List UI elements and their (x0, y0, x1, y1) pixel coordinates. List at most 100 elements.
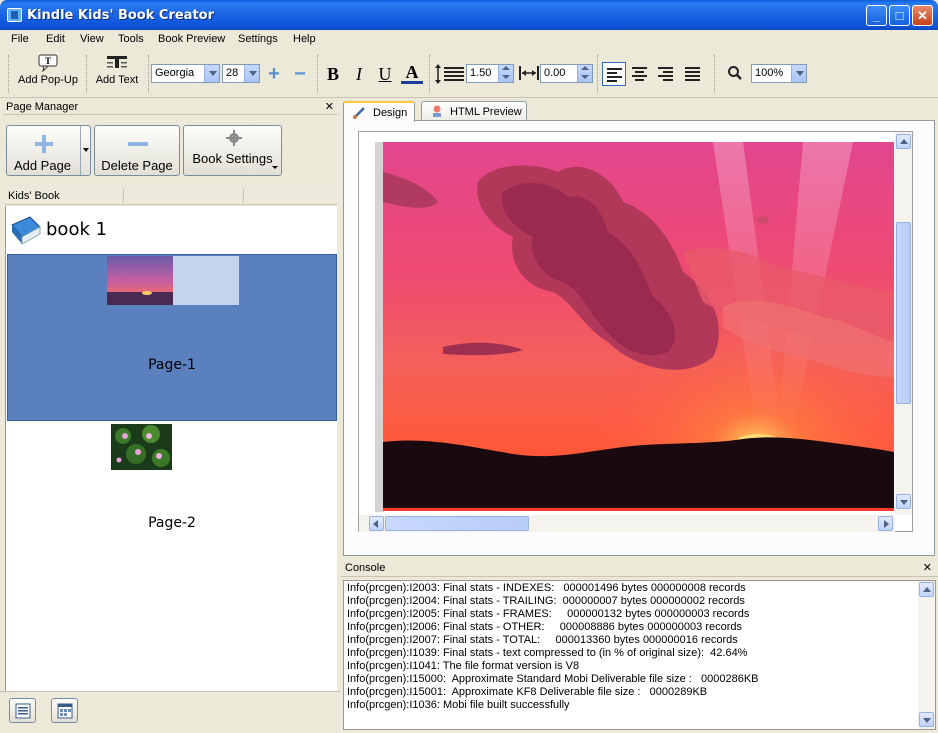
add-popup-button[interactable]: T Add Pop-Up (17, 54, 79, 86)
vertical-scrollbar[interactable] (895, 132, 912, 515)
delete-page-button[interactable]: Delete Page (94, 125, 180, 176)
page-canvas-sunset-image[interactable] (383, 142, 894, 511)
tab-design[interactable]: Design (343, 101, 415, 122)
scroll-up-icon[interactable] (896, 134, 911, 149)
align-right-button[interactable] (654, 62, 678, 86)
menu-view[interactable]: View (80, 33, 104, 45)
console-line: Info(prcgen):I1036: Mobi file built succ… (347, 699, 570, 711)
book-settings-button[interactable]: Book Settings (183, 125, 282, 176)
kindle-app-icon (7, 8, 22, 22)
align-center-button[interactable] (628, 62, 652, 86)
add-text-button[interactable]: Add Text (92, 54, 142, 86)
character-spacing-value: 0.00 (544, 67, 566, 79)
toolbar-separator (86, 55, 87, 93)
horizontal-scroll-thumb[interactable] (385, 516, 529, 531)
page-item-1[interactable]: Page-1 (7, 254, 337, 421)
scroll-down-icon[interactable] (896, 494, 911, 509)
increase-font-size-icon[interactable]: + (263, 63, 285, 85)
vertical-scroll-thumb[interactable] (896, 222, 911, 404)
menu-book-preview[interactable]: Book Preview (158, 33, 225, 45)
console-line: Info(prcgen):I2003: Final stats - INDEXE… (347, 582, 746, 594)
menu-help[interactable]: Help (293, 33, 316, 45)
list-view-button[interactable] (9, 698, 36, 723)
popup-icon: T (38, 54, 58, 72)
console-line: Info(prcgen):I15000: Approximate Standar… (347, 673, 759, 685)
console-line: Info(prcgen):I2004: Final stats - TRAILI… (347, 595, 745, 607)
minus-icon (128, 142, 148, 146)
underline-button[interactable]: U (374, 63, 396, 85)
page-item-2[interactable]: Page-2 (7, 423, 337, 573)
menu-file[interactable]: File (11, 33, 29, 45)
console-scrollbar[interactable] (918, 581, 935, 729)
window-title: Kindle Kids' Book Creator (27, 8, 215, 23)
design-tab-content (343, 120, 935, 556)
font-color-button[interactable]: A (401, 63, 423, 84)
horizontal-scrollbar[interactable] (359, 515, 895, 532)
toolbar-separator (714, 55, 715, 93)
spin-arrows-icon[interactable] (577, 65, 592, 82)
align-justify-button[interactable] (681, 62, 705, 86)
html-preview-icon (433, 105, 441, 117)
grid-view-icon (57, 703, 73, 719)
line-spacing-stepper[interactable]: 1.50 (466, 64, 514, 83)
add-page-label: Add Page (13, 158, 72, 173)
align-left-button[interactable] (602, 62, 626, 86)
font-family-value: Georgia (155, 67, 195, 79)
grid-view-button[interactable] (51, 698, 78, 723)
close-button[interactable]: ✕ (912, 5, 933, 26)
toolbar: T Add Pop-Up Add Text Georgia 28 + − B I… (0, 50, 938, 98)
add-popup-label: Add Pop-Up (18, 74, 78, 86)
console-header: Console ✕ (341, 561, 938, 577)
font-family-select[interactable]: Georgia (151, 64, 220, 83)
title-bar: Kindle Kids' Book Creator _ □ ✕ (0, 0, 938, 30)
scroll-left-icon[interactable] (369, 516, 384, 531)
split-divider (80, 126, 81, 175)
chevron-down-icon (272, 166, 278, 172)
editor-area: Design HTML Preview (341, 99, 938, 559)
page-thumbnail-blank (173, 256, 239, 305)
scroll-right-icon[interactable] (878, 516, 893, 531)
console-line: Info(prcgen):I1039: Final stats - text c… (347, 647, 748, 659)
tab-html-preview[interactable]: HTML Preview (421, 101, 527, 121)
font-size-value: 28 (226, 67, 239, 79)
add-text-label: Add Text (95, 74, 139, 86)
tree-column-title: Kids' Book (8, 190, 60, 202)
chevron-down-icon[interactable] (83, 148, 89, 155)
scroll-down-icon[interactable] (919, 712, 934, 727)
minimize-button[interactable]: _ (866, 5, 887, 26)
zoom-icon (728, 66, 742, 80)
page-manager-panel: Page Manager ✕ Add Page Delete Page Book… (0, 99, 340, 733)
spin-arrows-icon[interactable] (498, 65, 513, 82)
menu-edit[interactable]: Edit (46, 33, 65, 45)
maximize-button[interactable]: □ (889, 5, 910, 26)
italic-button[interactable]: I (348, 63, 370, 85)
zoom-select[interactable]: 100% (751, 64, 807, 83)
menu-settings[interactable]: Settings (238, 33, 278, 45)
console-line: Info(prcgen):I2005: Final stats - FRAMES… (347, 608, 750, 620)
delete-page-label: Delete Page (101, 158, 173, 173)
console-line: Info(prcgen):I2006: Final stats - OTHER:… (347, 621, 743, 633)
book-settings-label: Book Settings (192, 151, 273, 166)
chevron-down-icon (791, 65, 806, 82)
scroll-up-icon[interactable] (919, 582, 934, 597)
book-node[interactable]: book 1 (6, 206, 338, 253)
tree-column-header: Kids' Book (5, 187, 337, 205)
book-title: book 1 (46, 219, 108, 240)
font-size-select[interactable]: 28 (222, 64, 260, 83)
menu-bar: File Edit View Tools Book Preview Settin… (0, 30, 938, 50)
add-page-button[interactable]: Add Page (6, 125, 91, 176)
character-spacing-icon (519, 66, 539, 80)
text-lines-icon (107, 56, 127, 68)
close-console-icon[interactable]: ✕ (923, 561, 932, 576)
menu-tools[interactable]: Tools (118, 33, 144, 45)
console-line: Info(prcgen):I1041: The file format vers… (347, 660, 580, 672)
toolbar-separator (317, 55, 318, 93)
line-spacing-value: 1.50 (470, 67, 492, 79)
list-view-icon (15, 703, 31, 719)
bold-button[interactable]: B (322, 63, 344, 85)
page-label: Page-2 (148, 515, 196, 531)
character-spacing-stepper[interactable]: 0.00 (540, 64, 593, 83)
svg-text:T: T (45, 56, 51, 66)
decrease-font-size-icon[interactable]: − (289, 63, 311, 85)
close-panel-icon[interactable]: ✕ (325, 99, 334, 115)
